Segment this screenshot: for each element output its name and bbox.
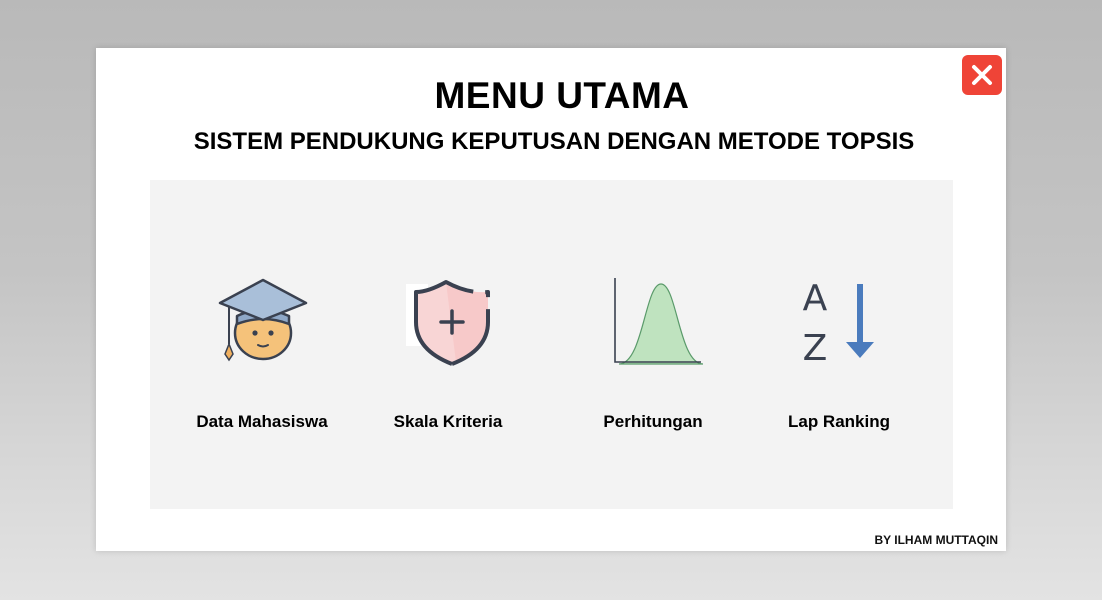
menu-item-lap-ranking[interactable]: A Z Lap Ranking (759, 276, 919, 446)
menu-item-label: Skala Kriteria (393, 412, 503, 431)
svg-text:A: A (803, 278, 828, 319)
menu-item-label: Perhitungan (603, 412, 703, 431)
menu-panel: Data Mahasiswa Skala Kriteria Perhitunga… (150, 180, 953, 509)
bell-curve-icon (614, 278, 703, 365)
author-credit: BY ILHAM MUTTAQIN (874, 533, 998, 547)
menu-item-data-mahasiswa[interactable]: Data Mahasiswa (182, 276, 342, 446)
menu-item-label: Lap Ranking (787, 412, 890, 431)
svg-text:Z: Z (803, 328, 828, 369)
menu-item-label: Data Mahasiswa (196, 412, 328, 431)
main-menu-window: MENU UTAMA SISTEM PENDUKUNG KEPUTUSAN DE… (96, 48, 1006, 551)
sort-a-z-icon: A Z (803, 278, 874, 369)
page-subtitle: SISTEM PENDUKUNG KEPUTUSAN DENGAN METODE… (193, 128, 915, 155)
graduate-student-icon (218, 278, 308, 362)
shield-plus-icon (406, 280, 490, 366)
menu-item-perhitungan[interactable]: Perhitungan (573, 276, 733, 446)
page-title: MENU UTAMA (434, 75, 690, 116)
menu-item-skala-kriteria[interactable]: Skala Kriteria (368, 276, 528, 446)
